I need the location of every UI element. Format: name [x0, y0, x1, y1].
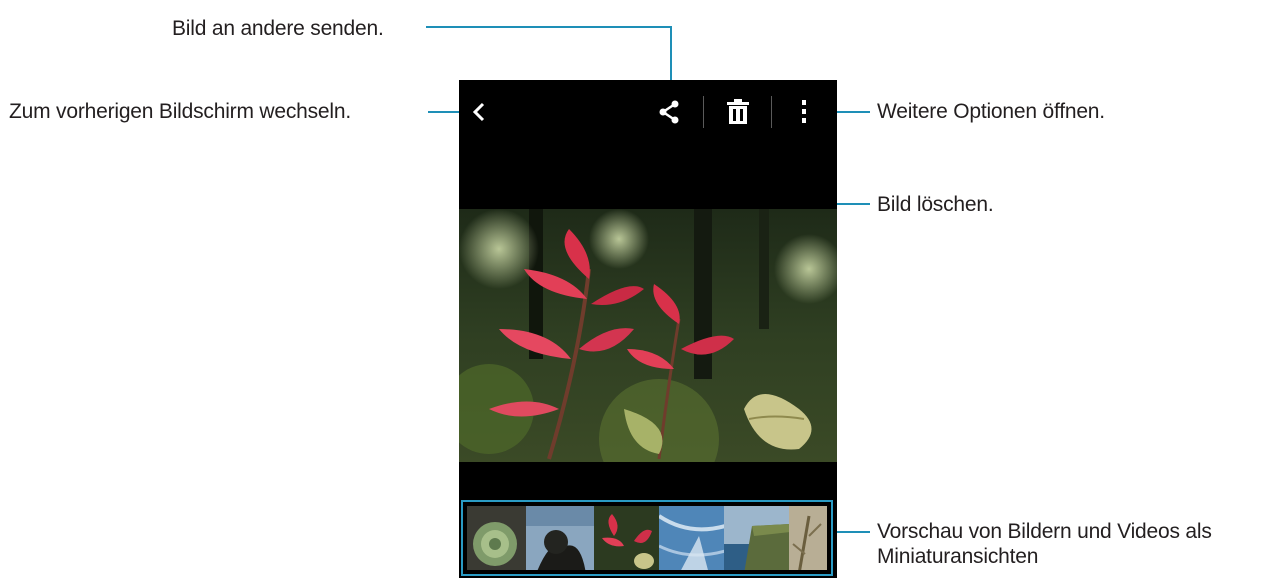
leader-line-preview: [837, 531, 870, 533]
succulent-thumbnail: [467, 506, 527, 570]
delete-button[interactable]: [724, 98, 752, 126]
callout-share: Bild an andere senden.: [172, 17, 384, 40]
thumbnail-item[interactable]: [724, 506, 790, 570]
callout-more: Weitere Optionen öffnen.: [877, 100, 1105, 123]
aerial-sea-thumbnail: [658, 506, 725, 570]
thumbnail-item[interactable]: [658, 506, 725, 570]
red-leaves-photo: [459, 209, 837, 462]
coastal-cliff-thumbnail: [724, 506, 790, 570]
back-button[interactable]: [465, 98, 493, 126]
trash-icon: [727, 99, 749, 124]
callout-preview-line2: Miniaturansichten: [877, 545, 1039, 568]
share-button[interactable]: [655, 98, 683, 126]
gallery-screen: [459, 80, 837, 578]
toolbar-divider: [771, 96, 772, 128]
chevron-left-icon: [472, 102, 485, 122]
share-icon: [659, 100, 679, 124]
tree-silhouette-thumbnail: [526, 506, 594, 570]
red-leaves-thumbnail: [593, 506, 659, 570]
top-action-bar: [459, 80, 837, 144]
toolbar-divider: [703, 96, 704, 128]
thumbnail-item[interactable]: [467, 506, 527, 570]
callout-preview: Vorschau von Bildern und Videos als Mini…: [877, 519, 1212, 569]
more-vertical-icon: [802, 100, 806, 123]
callout-back: Zum vorherigen Bildschirm wechseln.: [9, 100, 351, 123]
callout-delete: Bild löschen.: [877, 193, 994, 216]
more-options-button[interactable]: [790, 98, 818, 126]
thumbnail-item[interactable]: [789, 506, 828, 570]
callout-preview-line1: Vorschau von Bildern und Videos als: [877, 520, 1212, 543]
thumbnail-item[interactable]: [526, 506, 594, 570]
main-photo[interactable]: [459, 209, 837, 462]
leader-line-share-h: [426, 26, 672, 28]
thumbnail-strip: [461, 500, 833, 576]
thumbnail-item-selected[interactable]: [593, 506, 659, 570]
dry-plant-thumbnail: [789, 506, 828, 570]
